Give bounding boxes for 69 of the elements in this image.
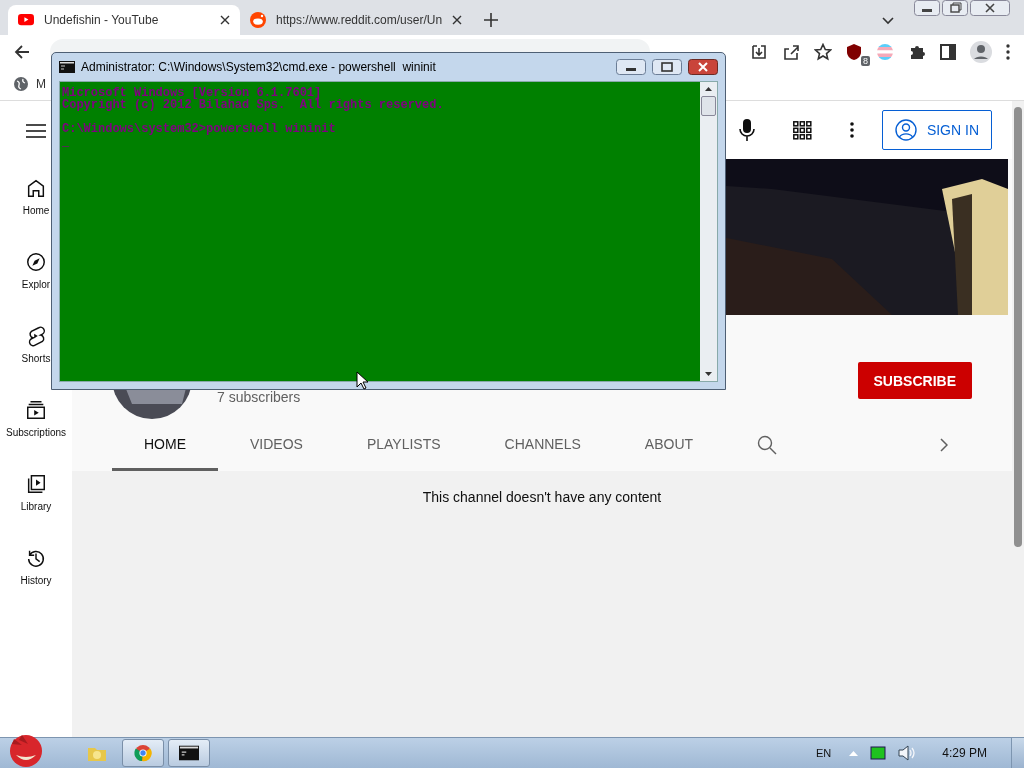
back-arrow-icon[interactable] [14, 43, 30, 60]
subscriber-count: 7 subscribers [217, 389, 301, 405]
close-icon[interactable] [970, 0, 1010, 16]
more-vertical-icon[interactable] [1006, 43, 1010, 60]
console-text: C:\Windows\system32>powershell wininit [62, 123, 337, 135]
battery-icon[interactable] [870, 746, 887, 760]
search-icon[interactable] [757, 435, 778, 455]
channel-tab[interactable]: PLAYLISTS [334, 419, 473, 471]
chevron-right-icon[interactable] [940, 438, 948, 452]
scrollbar-thumb[interactable] [1014, 107, 1022, 547]
globe-icon [14, 77, 28, 91]
microphone-icon[interactable] [738, 119, 755, 141]
caret-down-icon[interactable] [705, 372, 712, 376]
sidebar-item[interactable]: Subscriptions [6, 427, 66, 438]
restore-icon[interactable] [942, 0, 968, 16]
sidebar-item[interactable]: History [20, 575, 52, 586]
scrollbar-thumb[interactable] [701, 96, 716, 116]
caret-up-icon[interactable] [705, 87, 712, 91]
download-icon[interactable] [750, 42, 768, 61]
apps-grid-icon[interactable] [792, 120, 812, 140]
window-title: Administrator: C:\Windows\System32\cmd.exe - powershell wininit [81, 60, 436, 74]
chrome-logo-icon [133, 744, 153, 762]
close-icon[interactable] [220, 15, 230, 25]
plus-icon[interactable] [484, 13, 498, 27]
user-icon [894, 119, 917, 141]
close-icon[interactable] [688, 59, 718, 75]
mouse-pointer-icon [356, 371, 368, 390]
sidebar-item[interactable]: Shorts [21, 353, 51, 364]
maximize-icon[interactable] [652, 59, 682, 75]
compass-icon [25, 251, 47, 273]
sidebar-item[interactable]: Home [22, 205, 50, 216]
minimize-icon[interactable] [914, 0, 940, 16]
extension-badge: 8 [861, 55, 870, 66]
sidebar-item[interactable]: Explor [21, 279, 51, 290]
scrollbar[interactable] [700, 82, 717, 381]
clock[interactable]: 4:29 PM [942, 746, 987, 760]
channel-tab[interactable]: VIDEOS [218, 419, 335, 471]
console-text: Microsoft Windows [Version 6.1.7601] [62, 87, 323, 99]
bookmark[interactable]: M [14, 77, 46, 91]
side-panel-icon[interactable] [940, 43, 956, 60]
subscriptions-icon [25, 399, 47, 421]
text-cursor: _ [62, 138, 71, 146]
chevron-down-icon[interactable] [882, 17, 894, 25]
minimize-icon[interactable] [616, 59, 646, 75]
empty-message: This channel doesn't have any content [421, 489, 663, 505]
console-icon [59, 61, 75, 73]
speaker-icon[interactable] [898, 745, 917, 761]
star-icon[interactable] [814, 42, 832, 61]
channel-tab[interactable]: ABOUT [612, 419, 726, 471]
home-icon [25, 177, 47, 199]
close-icon[interactable] [452, 15, 462, 25]
shield-icon[interactable] [846, 42, 862, 61]
taskbar-button[interactable] [168, 739, 210, 767]
channel-tab[interactable]: CHANNELS [472, 419, 613, 471]
console-icon [179, 744, 199, 762]
library-icon [25, 473, 47, 495]
browser-tab[interactable]: https://www.reddit.com/user/Un [240, 5, 472, 35]
more-vertical-icon[interactable] [849, 122, 854, 138]
browser-tab[interactable]: Undefishin - YouTube [8, 5, 240, 35]
sidebar-item[interactable]: Library [20, 501, 52, 512]
share-icon[interactable] [782, 42, 800, 61]
youtube-logo-icon [18, 14, 34, 26]
console-text: Copyright (c) 2012 Bilahad Sps. All rights reserved. [62, 99, 445, 111]
sign-in-button[interactable]: SIGN IN [881, 110, 992, 150]
menu-icon[interactable] [26, 124, 46, 138]
profile-icon[interactable] [970, 40, 992, 63]
language-indicator[interactable]: EN [816, 747, 832, 759]
reddit-logo-icon [250, 12, 266, 28]
subscribe-button[interactable]: SUBSCRIBE [857, 362, 972, 399]
